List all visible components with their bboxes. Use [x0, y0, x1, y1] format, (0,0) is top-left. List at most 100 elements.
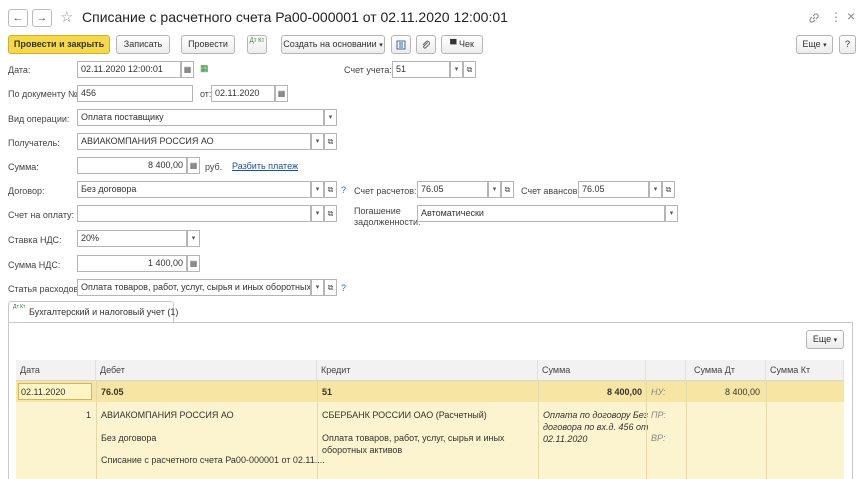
- open-icon[interactable]: ⧉: [324, 133, 337, 150]
- more-button[interactable]: Еще ▾: [796, 35, 833, 54]
- contract-field[interactable]: Без договора: [77, 181, 311, 198]
- create-based-on-label: Создать на основании: [283, 39, 377, 49]
- help-button[interactable]: ?: [839, 35, 856, 54]
- structure-button[interactable]: [391, 35, 411, 54]
- chevron-down-icon[interactable]: ▾: [187, 230, 200, 247]
- attach-button[interactable]: [416, 35, 436, 54]
- structure-icon: [396, 40, 406, 50]
- recipient-field[interactable]: АВИАКОМПАНИЯ РОССИЯ АО: [77, 133, 311, 150]
- row-number: 1: [86, 410, 92, 420]
- table-more-label: Еще: [812, 334, 832, 344]
- dtkt-button[interactable]: Дт Кт: [247, 35, 267, 54]
- back-button[interactable]: ←: [8, 9, 28, 27]
- calculator-icon[interactable]: ▦: [187, 255, 200, 272]
- tab-accounting[interactable]: Дт Кт Бухгалтерский и налоговый учет (1): [8, 301, 178, 323]
- receipt-button[interactable]: ▀ Чек: [441, 35, 483, 54]
- receipt-label: Чек: [458, 39, 474, 49]
- dtkt-icon: Дт Кт: [13, 304, 26, 310]
- invoice-label: Счет на оплату:: [8, 210, 75, 220]
- vat-rate-field[interactable]: 20%: [77, 230, 187, 247]
- repay-label-line2: задолженности:: [354, 217, 421, 227]
- chevron-down-icon[interactable]: ▾: [311, 133, 324, 150]
- column-header-credit[interactable]: Кредит: [317, 360, 538, 381]
- menu-icon[interactable]: ⋮: [830, 10, 842, 24]
- favorite-star-icon[interactable]: ☆: [60, 8, 73, 26]
- column-divider: [646, 381, 647, 479]
- operation-field[interactable]: Оплата поставщику: [77, 109, 324, 126]
- date-field[interactable]: 02.11.2020 12:00:01: [77, 61, 181, 78]
- link-icon[interactable]: [808, 12, 820, 27]
- from-label: от:: [200, 89, 212, 99]
- vat-rate-label: Ставка НДС:: [8, 235, 62, 245]
- calculator-icon[interactable]: ▦: [200, 63, 209, 74]
- open-icon[interactable]: ⧉: [463, 61, 476, 78]
- chevron-down-icon[interactable]: ▾: [665, 205, 678, 222]
- sum-label: Сумма:: [8, 162, 39, 172]
- vat-sum-field[interactable]: 1 400,00: [77, 255, 187, 272]
- row-content-line-2: договора по вх.д. 456 от: [543, 422, 649, 432]
- table-more-button[interactable]: Еще ▾: [806, 330, 844, 349]
- forward-button[interactable]: →: [32, 9, 52, 27]
- open-icon[interactable]: ⧉: [662, 181, 675, 198]
- column-header-sum-dt[interactable]: Сумма Дт: [686, 360, 766, 381]
- calculator-icon[interactable]: ▦: [187, 157, 200, 174]
- column-header-type: [646, 360, 686, 381]
- row-date: 02.11.2020: [21, 387, 66, 397]
- row-vr-label: ВР:: [651, 433, 666, 443]
- column-divider: [766, 381, 767, 479]
- chevron-down-icon[interactable]: ▾: [311, 279, 324, 296]
- chevron-down-icon[interactable]: ▾: [324, 109, 337, 126]
- invoice-field[interactable]: [77, 205, 311, 222]
- help-question-icon[interactable]: ?: [341, 283, 346, 293]
- chevron-down-icon[interactable]: ▾: [311, 181, 324, 198]
- calendar-icon[interactable]: ▦: [181, 61, 194, 78]
- row-sum-dt: 8 400,00: [724, 387, 760, 397]
- column-header-date[interactable]: Дата: [16, 360, 96, 381]
- post-button[interactable]: Провести: [181, 35, 235, 54]
- advance-account-field[interactable]: 76.05: [578, 181, 649, 198]
- more-label: Еще: [802, 39, 821, 49]
- chevron-down-icon[interactable]: ▾: [649, 181, 662, 198]
- chevron-down-icon[interactable]: ▾: [488, 181, 501, 198]
- open-icon[interactable]: ⧉: [324, 279, 337, 296]
- repay-label-line1: Погашение: [354, 206, 401, 216]
- create-based-on-button[interactable]: Создать на основании ▾: [281, 35, 385, 54]
- open-icon[interactable]: ⧉: [324, 181, 337, 198]
- docnum-field[interactable]: 456: [77, 85, 193, 102]
- recipient-label: Получатель:: [8, 138, 60, 148]
- column-divider: [538, 381, 539, 479]
- dtkt-icon: Дт Кт: [249, 38, 265, 44]
- repay-field[interactable]: Автоматически: [417, 205, 665, 222]
- chevron-down-icon[interactable]: ▾: [450, 61, 463, 78]
- row-credit-subconto-1: СБЕРБАНК РОССИИ ОАО (Расчетный): [322, 410, 487, 420]
- account-label: Счет учета:: [344, 65, 392, 75]
- help-question-icon[interactable]: ?: [341, 185, 346, 195]
- column-header-sum[interactable]: Сумма: [538, 360, 646, 381]
- row-content-line-3: 02.11.2020: [543, 434, 588, 444]
- operation-label: Вид операции:: [8, 114, 70, 124]
- column-header-sum-kt[interactable]: Сумма Кт: [766, 360, 844, 381]
- currency-label: руб.: [205, 162, 223, 172]
- expense-field[interactable]: Оплата товаров, работ, услуг, сырья и ин…: [77, 279, 311, 296]
- column-header-debit[interactable]: Дебет: [96, 360, 317, 381]
- column-divider: [96, 381, 97, 479]
- chevron-down-icon[interactable]: ▾: [311, 205, 324, 222]
- close-icon[interactable]: ×: [847, 8, 855, 24]
- row-content-line-1: Оплата по договору Без: [543, 410, 648, 420]
- settle-account-field[interactable]: 76.05: [417, 181, 488, 198]
- from-date-field[interactable]: 02.11.2020: [211, 85, 275, 102]
- open-icon[interactable]: ⧉: [501, 181, 514, 198]
- vat-sum-label: Сумма НДС:: [8, 260, 61, 270]
- save-button[interactable]: Записать: [116, 35, 170, 54]
- calendar-icon[interactable]: ▦: [275, 85, 288, 102]
- sum-field[interactable]: 8 400,00: [77, 157, 187, 174]
- open-icon[interactable]: ⧉: [324, 205, 337, 222]
- row-credit-subconto-2b: оборотных активов: [322, 445, 403, 455]
- printer-icon: ▀: [450, 39, 457, 49]
- account-field[interactable]: 51: [392, 61, 450, 78]
- chevron-down-icon: ▾: [823, 42, 827, 49]
- post-and-close-button[interactable]: Провести и закрыть: [8, 35, 110, 54]
- split-payment-link[interactable]: Разбить платеж: [232, 161, 298, 171]
- chevron-down-icon: ▾: [833, 337, 838, 344]
- row-debit-account: 76.05: [101, 387, 124, 397]
